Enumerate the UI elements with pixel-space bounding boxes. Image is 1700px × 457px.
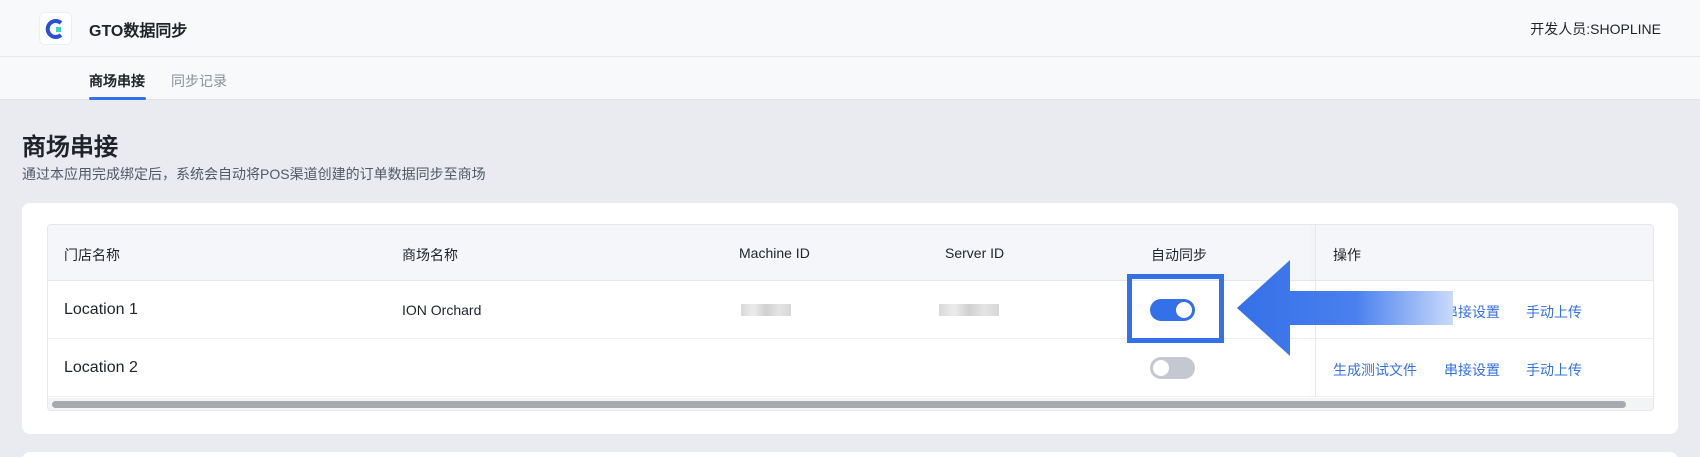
page-description: 通过本应用完成绑定后，系统会自动将POS渠道创建的订单数据同步至商场 <box>22 166 486 182</box>
developer-label: 开发人员:SHOPLINE <box>1530 21 1661 37</box>
column-header-store-name: 门店名称 <box>64 247 120 263</box>
connect-settings-link[interactable]: 串接设置 <box>1444 360 1500 380</box>
manual-upload-link[interactable]: 手动上传 <box>1526 360 1582 380</box>
store-name-cell: Location 1 <box>64 301 138 318</box>
page-title: 商场串接 <box>22 134 118 161</box>
store-name-cell: Location 2 <box>64 359 138 376</box>
scrollbar-thumb[interactable] <box>52 401 1626 408</box>
column-header-machine-id: Machine ID <box>739 245 810 261</box>
app-logo-icon <box>39 12 72 45</box>
tab-sync-records[interactable]: 同步记录 <box>171 71 227 91</box>
column-header-server-id: Server ID <box>945 245 1005 261</box>
auto-sync-toggle[interactable] <box>1150 357 1195 379</box>
server-id-masked <box>939 304 999 316</box>
machine-id-masked <box>741 304 791 316</box>
generate-test-file-link[interactable]: 生成测试文件 <box>1333 360 1417 380</box>
secondary-card <box>22 452 1678 457</box>
highlight-box <box>1127 274 1224 343</box>
column-header-auto-sync: 自动同步 <box>1151 247 1207 263</box>
column-header-mall-name: 商场名称 <box>402 247 458 263</box>
active-tab-indicator <box>89 97 146 100</box>
arrow-left-icon <box>1237 260 1453 356</box>
top-bar: GTO数据同步 开发人员:SHOPLINE <box>0 0 1700 57</box>
tab-bar: 商场串接 同步记录 <box>0 57 1700 100</box>
manual-upload-link[interactable]: 手动上传 <box>1526 302 1582 322</box>
tab-mall-connect[interactable]: 商场串接 <box>89 71 145 91</box>
mall-name-cell: ION Orchard <box>402 302 482 318</box>
horizontal-scrollbar[interactable] <box>48 398 1653 410</box>
app-title: GTO数据同步 <box>89 23 188 40</box>
